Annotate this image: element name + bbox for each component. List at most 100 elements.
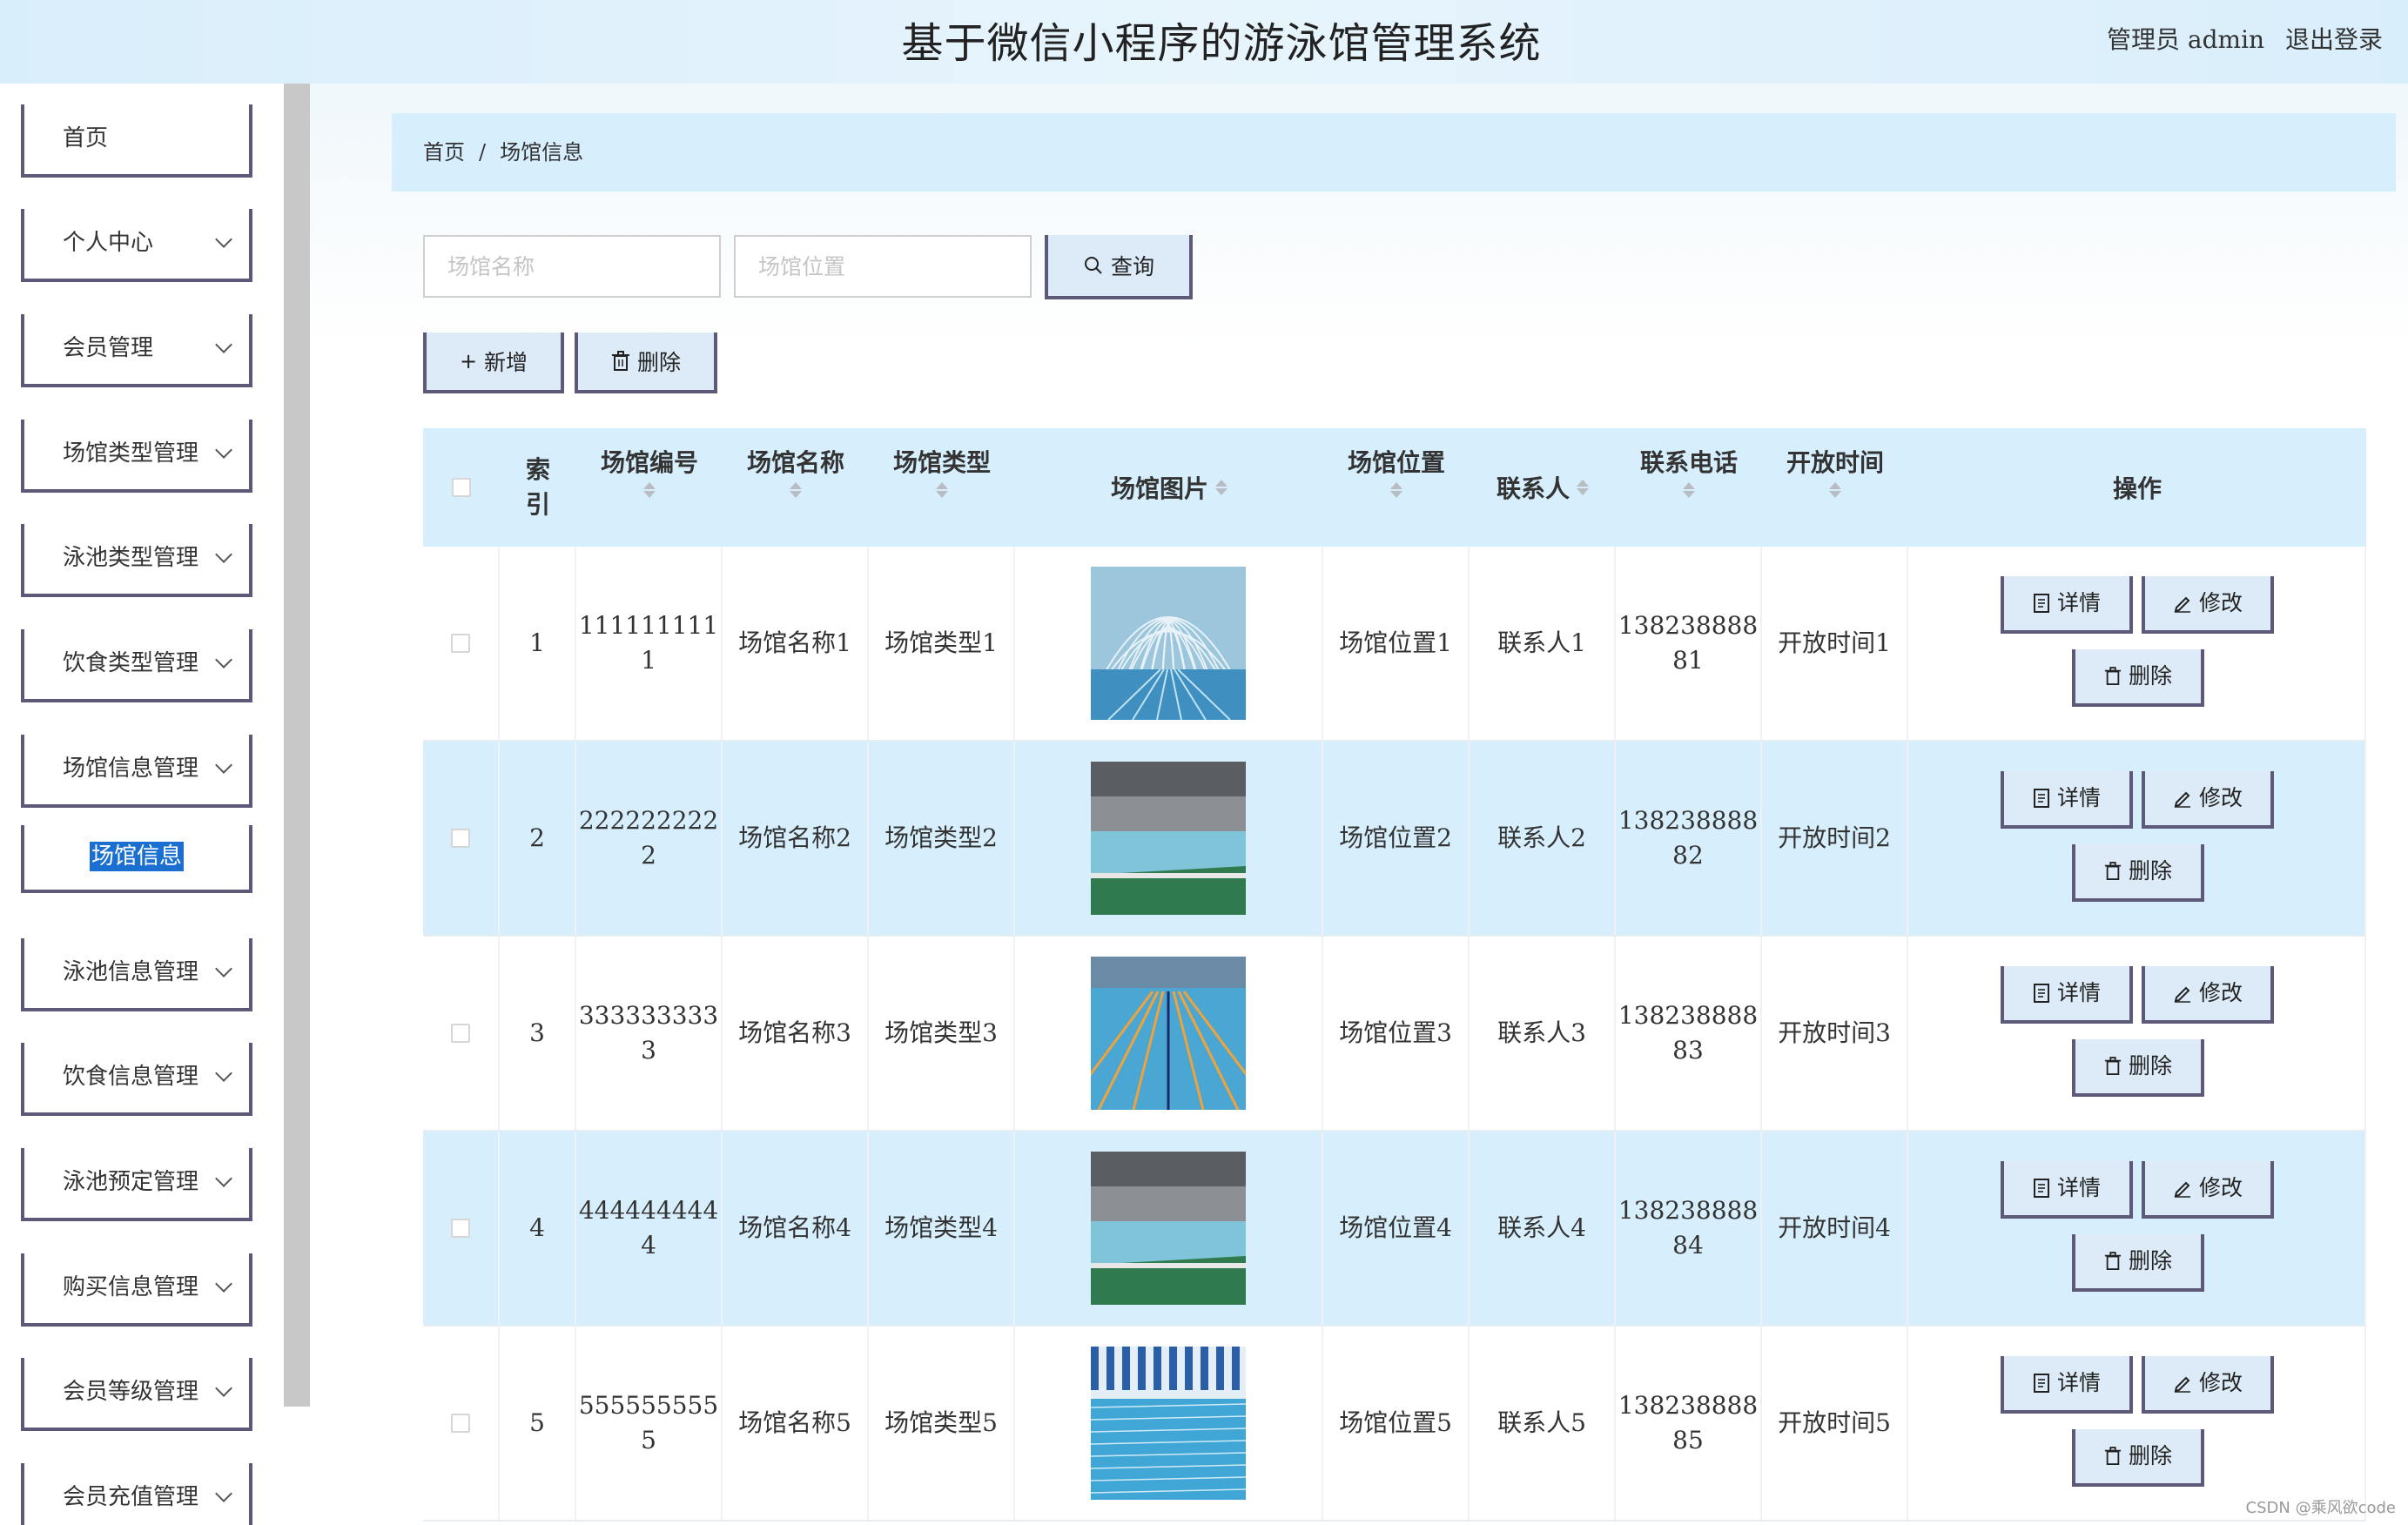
sidebar-item-label: 购买信息管理 (63, 1274, 199, 1300)
row-delete-button[interactable]: 删除 (2072, 844, 2204, 902)
detail-button[interactable]: 详情 (2001, 1356, 2133, 1414)
sidebar-item-pool-info[interactable]: 泳池信息管理 (21, 938, 252, 1011)
detail-label: 详情 (2056, 590, 2101, 615)
row-checkbox[interactable] (451, 829, 470, 848)
row-delete-button[interactable]: 删除 (2072, 649, 2204, 707)
detail-button[interactable]: 详情 (2001, 1161, 2133, 1219)
header-index: 索 引 (525, 455, 550, 519)
row-delete-button[interactable]: 删除 (2072, 1234, 2204, 1292)
venue-thumbnail[interactable] (1091, 567, 1246, 720)
detail-button[interactable]: 详情 (2001, 771, 2133, 829)
sort-icon[interactable] (869, 482, 1015, 498)
header-location[interactable]: 场馆位置 (1323, 428, 1470, 547)
venue-name-input[interactable] (423, 235, 721, 298)
sort-icon[interactable] (1762, 482, 1908, 498)
chevron-down-icon (215, 960, 232, 977)
table-row: 2 222222222 2 场馆名称2 场馆类型2 场馆位置2 联系人2 138238888… (423, 742, 2366, 937)
row-checkbox[interactable] (451, 1024, 470, 1043)
sort-icon[interactable] (576, 482, 723, 498)
sidebar-item-label: 饮食类型管理 (63, 650, 199, 676)
row-checkbox[interactable] (451, 1414, 470, 1433)
cell-select (423, 742, 500, 935)
venue-thumbnail[interactable] (1091, 1152, 1246, 1305)
breadcrumb-home[interactable]: 首页 (423, 140, 465, 165)
table-header: 索 引 场馆编号 场馆名称 场馆类型 场馆图片 场馆位置 联系人 联系电话 开放… (423, 428, 2366, 547)
detail-button[interactable]: 详情 (2001, 966, 2133, 1024)
row-delete-button[interactable]: 删除 (2072, 1429, 2204, 1487)
cell-type: 场馆类型1 (869, 547, 1015, 740)
header-name[interactable]: 场馆名称 (723, 428, 869, 547)
sidebar-item-pool-booking[interactable]: 泳池预定管理 (21, 1148, 252, 1221)
venue-location-input[interactable] (734, 235, 1032, 298)
breadcrumb-current: 场馆信息 (500, 140, 584, 165)
sort-icon[interactable] (1616, 482, 1762, 498)
sidebar-item-pool-types[interactable]: 泳池类型管理 (21, 524, 252, 597)
sidebar-item-food-info[interactable]: 饮食信息管理 (21, 1043, 252, 1116)
document-icon (2033, 789, 2049, 808)
row-delete-button[interactable]: 删除 (2072, 1039, 2204, 1097)
venue-thumbnail[interactable] (1091, 957, 1246, 1110)
sort-icon[interactable] (1323, 482, 1470, 498)
row-checkbox[interactable] (451, 1219, 470, 1238)
cell-hours: 开放时间4 (1762, 1132, 1908, 1325)
breadcrumb-separator: / (479, 140, 487, 165)
cell-text: 138238888 82 (1618, 806, 1759, 870)
sidebar-item-members[interactable]: 会员管理 (21, 314, 252, 387)
sidebar-scrollbar[interactable] (284, 84, 310, 1407)
breadcrumb: 首页 / 场馆信息 (392, 113, 2396, 191)
sidebar-item-purchases[interactable]: 购买信息管理 (21, 1253, 252, 1327)
select-all-checkbox[interactable] (452, 478, 471, 497)
venue-thumbnail[interactable] (1091, 762, 1246, 915)
venue-thumbnail[interactable] (1091, 1347, 1246, 1500)
cell-text: 开放时间1 (1778, 628, 1891, 657)
add-button[interactable]: + 新增 (423, 333, 564, 393)
sort-icon[interactable] (1215, 478, 1228, 497)
cell-hours: 开放时间2 (1762, 742, 1908, 935)
row-delete-label: 删除 (2128, 858, 2172, 883)
edit-button[interactable]: 修改 (2142, 771, 2274, 829)
query-button[interactable]: 查询 (1045, 235, 1193, 299)
trash-icon (2104, 1057, 2122, 1075)
admin-label: 管理员 admin (2107, 25, 2265, 54)
edit-button[interactable]: 修改 (2142, 576, 2274, 634)
cell-text: 4 (529, 1213, 545, 1242)
cell-name: 场馆名称1 (723, 547, 869, 740)
sidebar-item-member-recharge[interactable]: 会员充值管理 (21, 1463, 252, 1525)
cell-location: 场馆位置5 (1323, 1327, 1470, 1520)
edit-button[interactable]: 修改 (2142, 966, 2274, 1024)
edit-label: 修改 (2198, 590, 2243, 615)
header-image[interactable]: 场馆图片 (1015, 428, 1323, 547)
sidebar-item-venue-types[interactable]: 场馆类型管理 (21, 420, 252, 493)
sidebar-item-venue-info-mgmt[interactable]: 场馆信息管理 (21, 735, 252, 808)
cell-text: 开放时间3 (1778, 1018, 1891, 1047)
sidebar-item-personal[interactable]: 个人中心 (21, 209, 252, 282)
venue-image (1091, 957, 1246, 1110)
edit-icon (2174, 986, 2190, 1003)
sidebar-item-food-types[interactable]: 饮食类型管理 (21, 629, 252, 702)
edit-button[interactable]: 修改 (2142, 1161, 2274, 1219)
detail-button[interactable]: 详情 (2001, 576, 2133, 634)
sort-icon[interactable] (723, 482, 869, 498)
header-phone[interactable]: 联系电话 (1616, 428, 1762, 547)
sidebar-item-member-levels[interactable]: 会员等级管理 (21, 1358, 252, 1431)
header-contact[interactable]: 联系人 (1470, 428, 1616, 547)
row-checkbox[interactable] (451, 634, 470, 653)
header-hours[interactable]: 开放时间 (1762, 428, 1908, 547)
sidebar-item-home[interactable]: 首页 (21, 104, 252, 178)
logout-link[interactable]: 退出登录 (2285, 21, 2383, 56)
header-type[interactable]: 场馆类型 (869, 428, 1015, 547)
batch-delete-button[interactable]: 删除 (575, 333, 717, 393)
sort-icon[interactable] (1577, 478, 1589, 497)
chevron-down-icon (215, 1485, 232, 1502)
edit-button[interactable]: 修改 (2142, 1356, 2274, 1414)
cell-ops: 详情 修改 删除 (1908, 547, 2366, 740)
cell-select (423, 1132, 500, 1325)
header-code-label: 场馆编号 (600, 448, 698, 477)
cell-select (423, 1327, 500, 1520)
header-code[interactable]: 场馆编号 (576, 428, 723, 547)
cell-hours: 开放时间5 (1762, 1327, 1908, 1520)
table-row: 5 555555555 5 场馆名称5 场馆类型5 场馆位置5 联系人5 138238888… (423, 1327, 2366, 1522)
header-select-all[interactable] (423, 428, 500, 547)
cell-text: 222222222 2 (578, 806, 719, 870)
sidebar-subitem-venue-info[interactable]: 场馆信息 (21, 825, 252, 893)
